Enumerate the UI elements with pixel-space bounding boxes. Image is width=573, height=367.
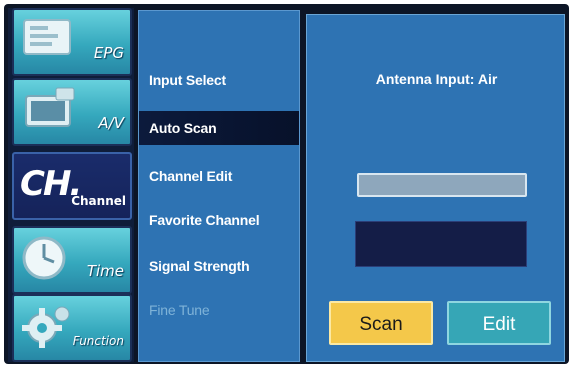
av-icon bbox=[25, 87, 75, 127]
menu-item-favorite-channel[interactable]: Favorite Channel bbox=[139, 203, 299, 237]
menu-item-auto-scan[interactable]: Auto Scan bbox=[139, 111, 299, 145]
clock-icon bbox=[22, 236, 66, 280]
category-time[interactable]: Time bbox=[12, 226, 132, 294]
category-label: A/V bbox=[98, 114, 124, 132]
category-label: EPG bbox=[93, 44, 124, 62]
menu-item-channel-edit[interactable]: Channel Edit bbox=[139, 159, 299, 193]
tv-menu-screen: EPG A/V CH. Channel Time Function Input … bbox=[4, 4, 569, 364]
category-label: Channel bbox=[71, 194, 126, 208]
edit-button[interactable]: Edit bbox=[447, 301, 551, 345]
category-epg[interactable]: EPG bbox=[12, 8, 132, 76]
antenna-input-label: Antenna Input: Air bbox=[375, 71, 498, 87]
menu-item-input-select[interactable]: Input Select bbox=[139, 63, 299, 97]
category-function[interactable]: Function bbox=[12, 294, 132, 362]
category-sidebar: EPG A/V CH. Channel Time Function bbox=[8, 8, 134, 362]
category-label: Time bbox=[86, 262, 124, 280]
menu-item-fine-tune: Fine Tune bbox=[149, 302, 210, 318]
category-av[interactable]: A/V bbox=[12, 78, 132, 146]
channel-submenu: Input Select Auto Scan Channel Edit Favo… bbox=[138, 10, 300, 362]
auto-scan-panel: Antenna Input: Air Scan Edit bbox=[306, 14, 565, 362]
category-label: Function bbox=[72, 334, 124, 348]
scan-status-box bbox=[355, 221, 527, 267]
category-channel[interactable]: CH. Channel bbox=[12, 152, 132, 220]
scan-progress-bar bbox=[357, 173, 527, 197]
menu-item-signal-strength[interactable]: Signal Strength bbox=[139, 249, 299, 283]
scan-button[interactable]: Scan bbox=[329, 301, 433, 345]
gear-icon bbox=[22, 306, 70, 348]
epg-icon bbox=[23, 19, 71, 55]
